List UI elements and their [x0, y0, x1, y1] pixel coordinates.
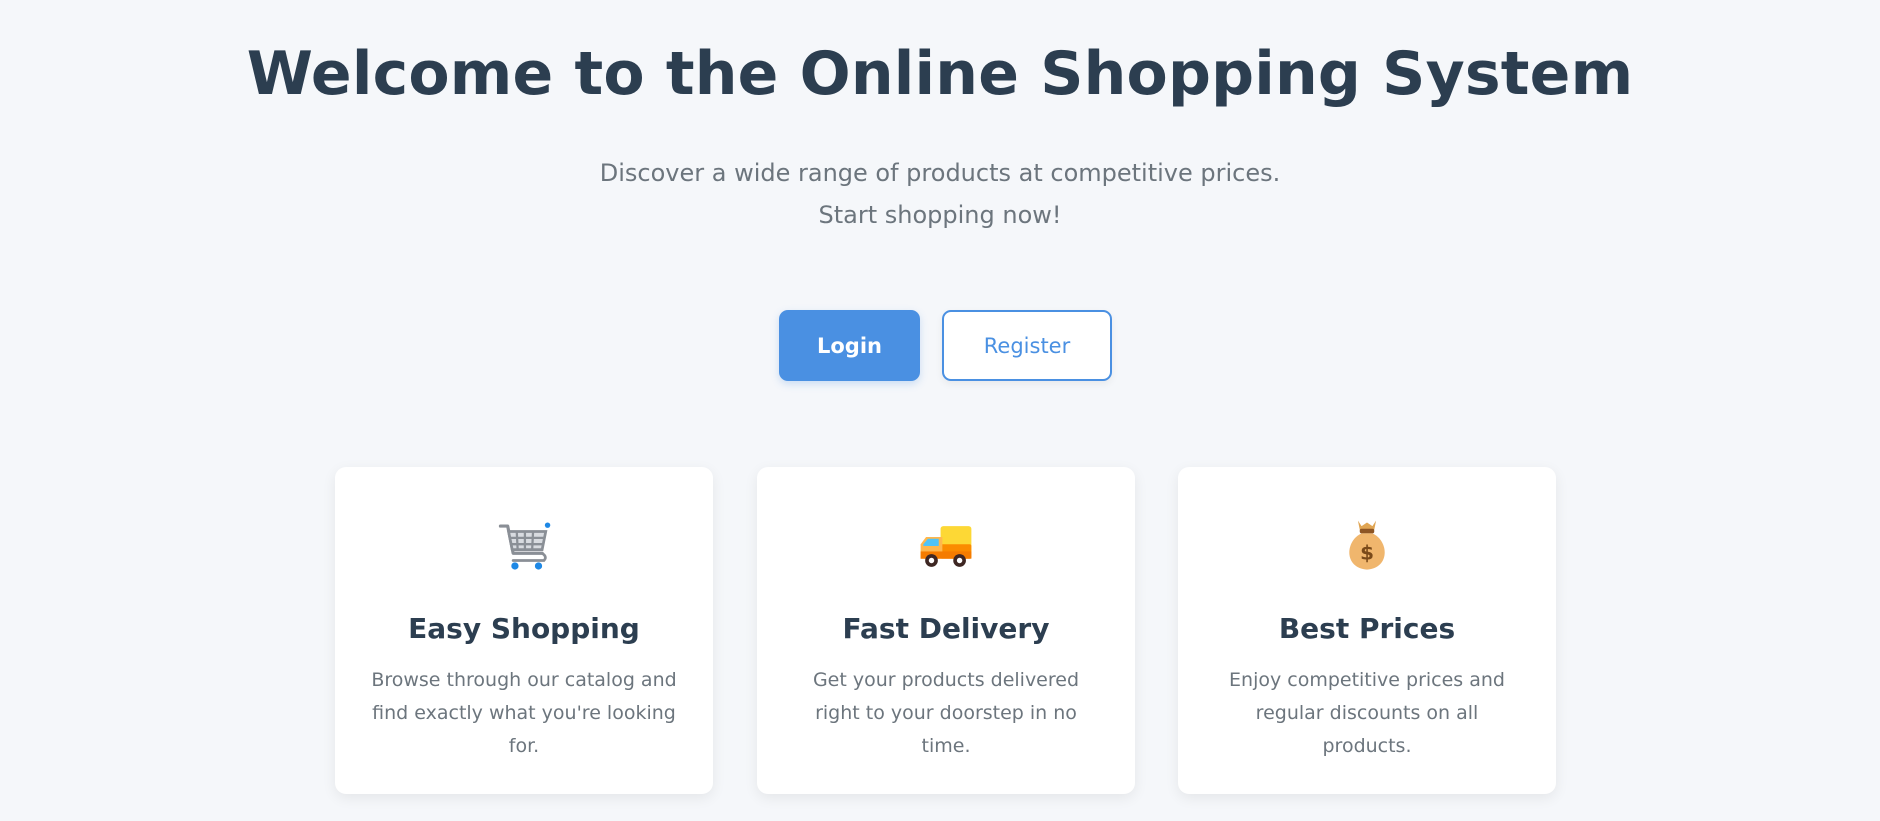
page-subtitle: Discover a wide range of products at com…: [599, 159, 1281, 229]
money-bag-icon: $: [1178, 517, 1556, 577]
feature-title: Best Prices: [1278, 612, 1456, 645]
feature-card-easy-shopping: Easy Shopping Browse through our catalog…: [335, 467, 713, 794]
feature-card-best-prices: $ Best Prices Enjoy competitive prices a…: [1178, 467, 1556, 794]
delivery-truck-icon: [757, 517, 1135, 577]
landing-page: Welcome to the Online Shopping System Di…: [0, 0, 1880, 821]
feature-title: Easy Shopping: [408, 612, 640, 645]
svg-text:$: $: [1360, 542, 1374, 565]
feature-description: Enjoy competitive prices and regular dis…: [1229, 669, 1505, 757]
register-button[interactable]: Register: [942, 310, 1112, 381]
shopping-cart-icon: [335, 517, 713, 577]
feature-description: Get your products delivered right to you…: [812, 669, 1080, 757]
login-button[interactable]: Login: [779, 310, 920, 381]
feature-title: Fast Delivery: [842, 612, 1050, 645]
page-title: Welcome to the Online Shopping System: [246, 39, 1634, 109]
feature-card-fast-delivery: Fast Delivery Get your products delivere…: [757, 467, 1135, 794]
feature-description: Browse through our catalog and find exac…: [371, 669, 677, 757]
